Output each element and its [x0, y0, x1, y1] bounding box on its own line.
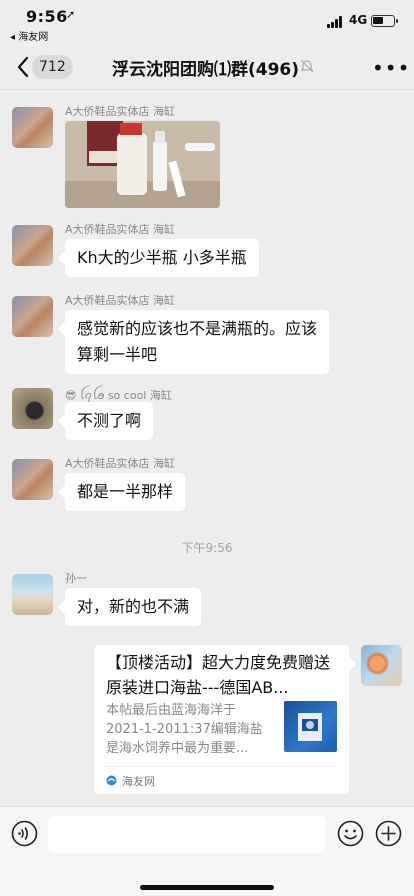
more-options-button[interactable]: ••• — [372, 56, 410, 80]
link-card-source: 海友网 — [122, 775, 155, 788]
avatar[interactable] — [12, 225, 53, 266]
back-to-app-link[interactable]: ◂ 海友网 — [10, 28, 48, 43]
avatar[interactable] — [12, 296, 53, 337]
avatar[interactable] — [12, 574, 53, 615]
sender-name: A大侨鞋品实体店 海缸 — [65, 105, 176, 118]
status-bar: 9:56 ➚ ◂ 海友网 4G — [0, 0, 414, 44]
link-card-description: 本帖最后由蓝海海洋于 2021-1-2011:37编辑海盐是海水饲养中最为重要.… — [106, 703, 263, 756]
sender-name: A大侨鞋品实体店 海缸 — [65, 223, 176, 236]
sender-name: A大侨鞋品实体店 海缸 — [65, 294, 176, 307]
message-text: 都是一半那样 — [77, 482, 174, 501]
unread-count-badge[interactable]: 712 — [32, 55, 73, 79]
link-card[interactable]: 【顶楼活动】超大力度免费赠送原装进口海盐---德国AB... 本帖最后由蓝海海洋… — [94, 645, 349, 794]
message-input[interactable] — [48, 816, 326, 853]
avatar[interactable] — [12, 459, 53, 500]
chat-timestamp: 下午9:56 — [181, 541, 233, 555]
message-bubble[interactable]: 不测了啊 — [65, 402, 154, 440]
battery-icon — [371, 15, 398, 27]
source-logo-icon — [106, 775, 117, 786]
avatar[interactable] — [12, 107, 53, 148]
message-bubble[interactable]: 感觉新的应该也不是满瓶的。应该 算剩一半吧 — [65, 310, 330, 374]
message-text: 对，新的也不满 — [77, 597, 190, 616]
message-text: 不测了啊 — [77, 411, 142, 430]
sender-name: 孙一 — [65, 572, 87, 585]
location-icon: ➚ — [66, 8, 76, 21]
message-photo[interactable] — [65, 121, 220, 208]
chat-header: 712 浮云沈阳团购⑴群(496) ••• — [0, 44, 414, 90]
message-bubble[interactable]: Kh大的少半瓶 小多半瓶 — [65, 239, 259, 277]
voice-input-icon[interactable] — [11, 820, 38, 847]
emoji-icon[interactable] — [337, 820, 364, 847]
input-bar — [0, 806, 414, 896]
photo-content — [65, 121, 220, 208]
home-indicator — [140, 885, 274, 890]
message-text-line: 感觉新的应该也不是满瓶的。应该 — [77, 319, 318, 338]
chat-title: 浮云沈阳团购⑴群(496) — [112, 60, 300, 80]
message-text: Kh大的少半瓶 小多半瓶 — [77, 248, 247, 267]
sender-name: A大侨鞋品实体店 海缸 — [65, 457, 176, 470]
status-time: 9:56 — [26, 7, 68, 26]
own-avatar[interactable] — [361, 645, 402, 686]
network-type: 4G — [349, 13, 368, 27]
link-card-title: 【顶楼活动】超大力度免费赠送原装进口海盐---德国AB... — [106, 653, 331, 697]
avatar[interactable] — [12, 388, 53, 429]
signal-icon — [327, 16, 345, 28]
message-text-line: 算剩一半吧 — [77, 345, 158, 364]
message-bubble[interactable]: 对，新的也不满 — [65, 588, 202, 626]
link-card-divider — [106, 766, 337, 767]
mute-bell-icon — [300, 59, 314, 73]
plus-icon[interactable] — [375, 820, 402, 847]
message-bubble[interactable]: 都是一半那样 — [65, 473, 186, 511]
link-card-thumbnail — [284, 701, 337, 752]
battery-level — [373, 17, 383, 24]
